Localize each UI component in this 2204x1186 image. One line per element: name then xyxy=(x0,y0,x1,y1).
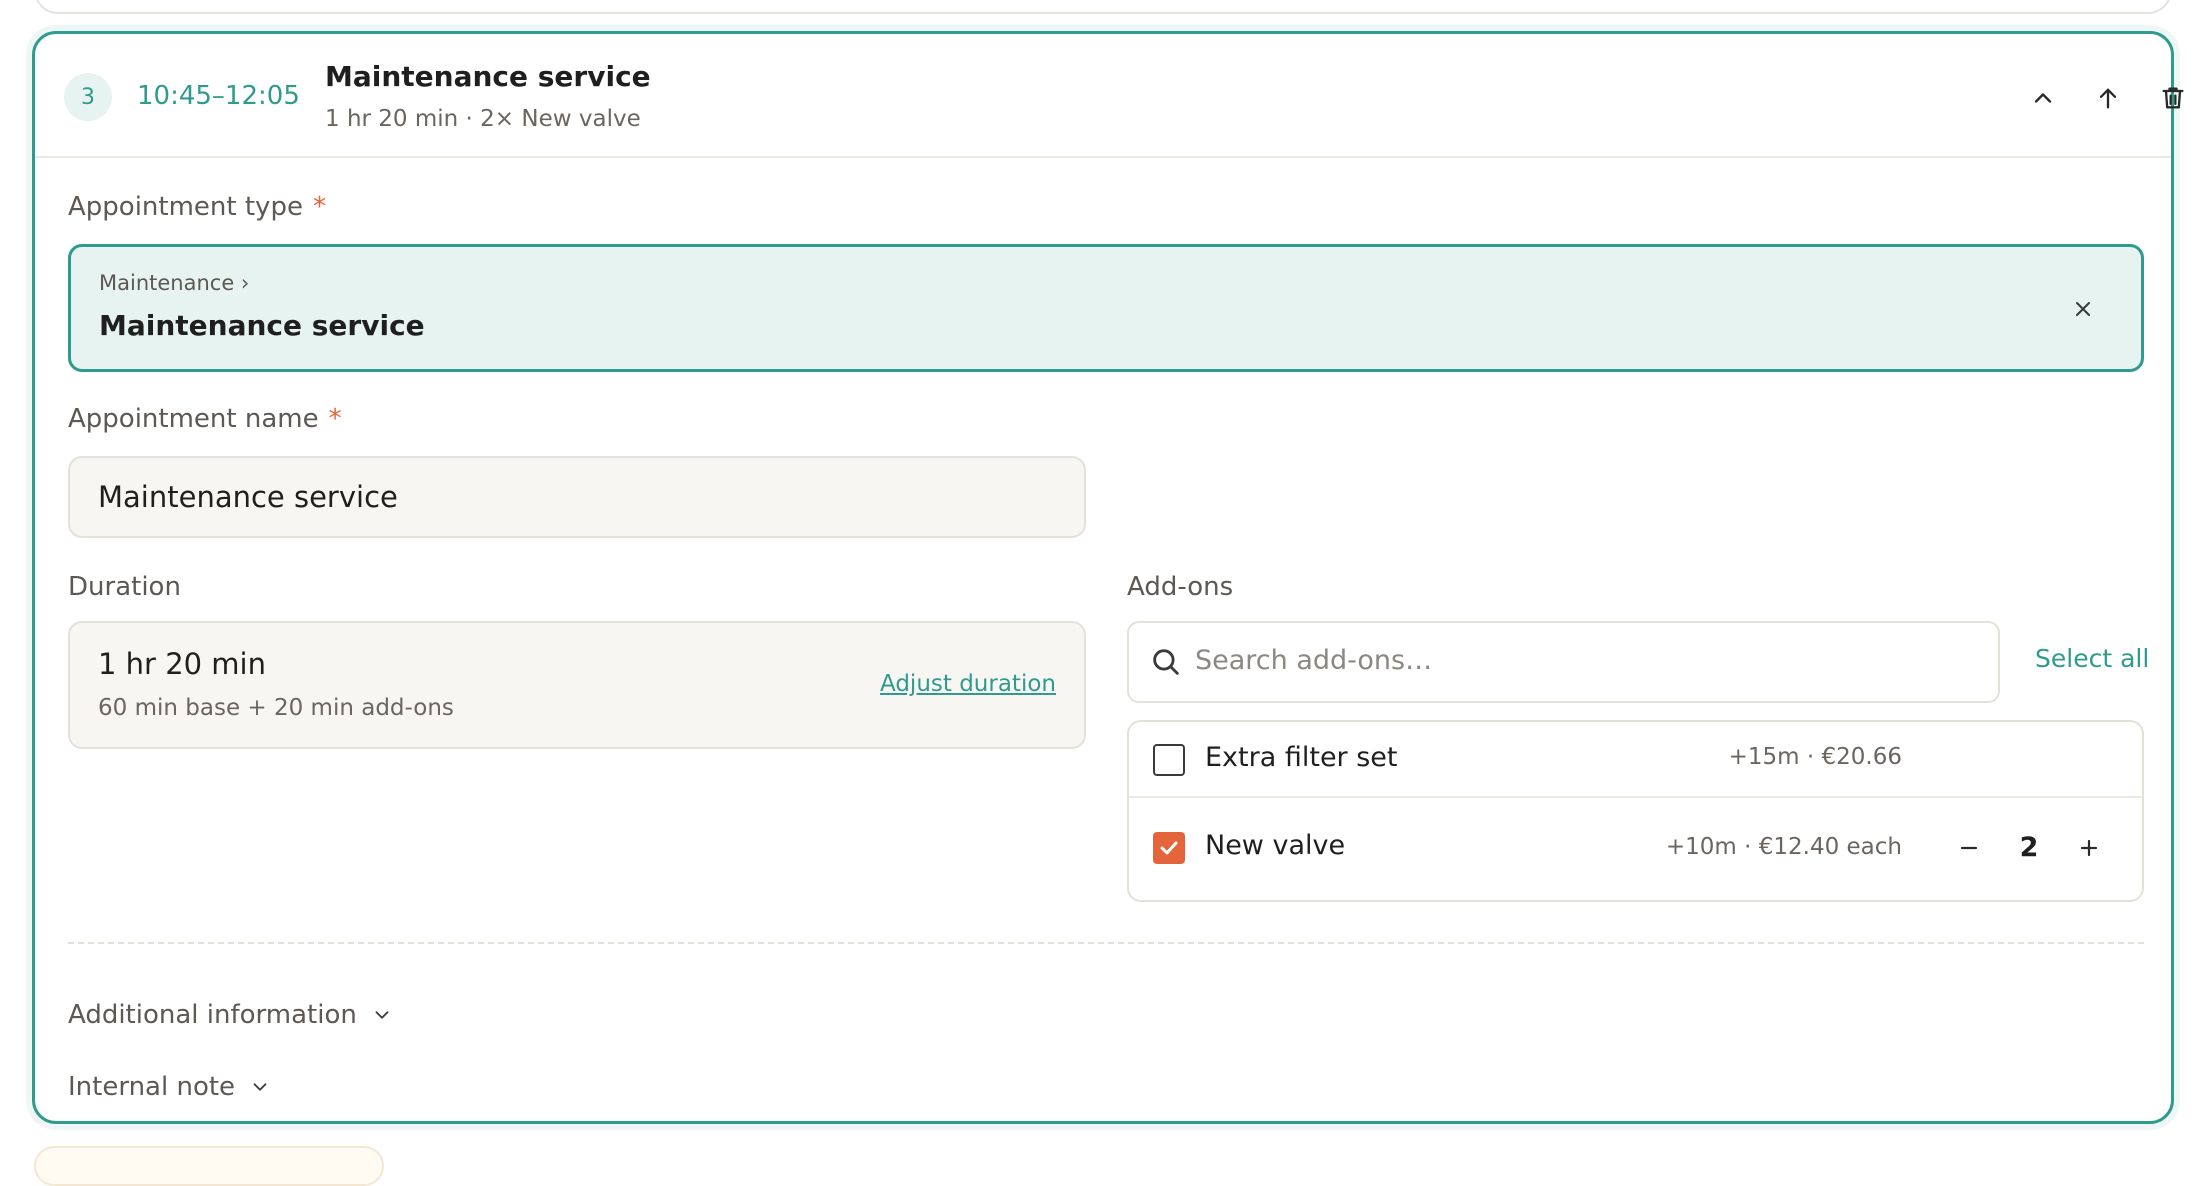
chevron-up-icon xyxy=(2034,93,2052,103)
additional-information-toggle[interactable]: Additional information xyxy=(68,1000,393,1030)
arrow-up-icon xyxy=(2099,88,2117,109)
move-up-button[interactable] xyxy=(2086,76,2130,120)
appointment-summary: 1 hr 20 min · 2× New valve xyxy=(325,106,641,132)
appointment-type-value: Maintenance service xyxy=(99,309,425,342)
chevron-down-icon xyxy=(375,1011,389,1019)
appointment-name-label-text: Appointment name xyxy=(68,404,319,434)
appointment-name-input[interactable]: Maintenance service xyxy=(68,456,1086,538)
required-marker: * xyxy=(328,404,342,434)
previous-appointment-card xyxy=(34,0,2172,14)
increment-quantity-button[interactable] xyxy=(2069,828,2109,868)
clear-type-button[interactable] xyxy=(2061,287,2105,331)
appointment-type-category: Maintenance › xyxy=(99,271,250,295)
appointment-card: 3 10:45–12:05 Maintenance service 1 hr 2… xyxy=(32,31,2184,1124)
duration-breakdown: 60 min base + 20 min add-ons xyxy=(98,695,454,721)
appointment-type-label: Appointment type * xyxy=(68,192,326,222)
additional-information-label: Additional information xyxy=(68,1000,357,1030)
addons-list: Extra filter set +15m · €20.66 New valve… xyxy=(1127,720,2144,902)
close-icon xyxy=(2076,302,2090,316)
checkmark-icon xyxy=(1160,841,1178,855)
addon-quantity: 2 xyxy=(2019,832,2039,863)
addon-name: Extra filter set xyxy=(1205,742,1398,773)
addon-row[interactable]: New valve +10m · €12.40 each 2 xyxy=(1129,798,2142,900)
plus-icon xyxy=(2080,839,2098,857)
appointment-type-select[interactable]: Maintenance › Maintenance service xyxy=(68,244,2144,372)
required-marker: * xyxy=(312,192,326,222)
appointment-type-label-text: Appointment type xyxy=(68,192,303,222)
minus-icon xyxy=(1960,846,1978,850)
duration-label: Duration xyxy=(68,572,181,602)
chevron-down-icon xyxy=(253,1083,267,1091)
trash-icon xyxy=(2162,87,2184,109)
appointment-card-header[interactable]: 3 10:45–12:05 Maintenance service 1 hr 2… xyxy=(35,34,2184,158)
appointment-title: Maintenance service xyxy=(325,60,651,93)
addon-price: +10m · €12.40 each xyxy=(1665,834,1902,860)
addon-checkbox[interactable] xyxy=(1153,744,1185,776)
appointment-name-label: Appointment name * xyxy=(68,404,342,434)
addon-row[interactable]: Extra filter set +15m · €20.66 xyxy=(1129,722,2142,798)
appointment-time-range: 10:45–12:05 xyxy=(137,81,300,111)
section-divider xyxy=(68,942,2144,944)
next-appointment-card xyxy=(34,1146,384,1186)
step-number-badge: 3 xyxy=(64,73,112,121)
delete-button[interactable] xyxy=(2151,76,2195,120)
addons-label: Add-ons xyxy=(1127,572,1234,602)
addon-price: +15m · €20.66 xyxy=(1728,744,1902,770)
addons-search-input[interactable]: Search add-ons… xyxy=(1127,621,2000,703)
decrement-quantity-button[interactable] xyxy=(1949,828,1989,868)
adjust-duration-link[interactable]: Adjust duration xyxy=(880,671,1056,697)
search-icon xyxy=(1153,649,1179,675)
duration-value: 1 hr 20 min xyxy=(98,647,266,681)
addon-name: New valve xyxy=(1205,830,1346,861)
duration-field: 1 hr 20 min 60 min base + 20 min add-ons… xyxy=(68,621,1086,749)
internal-note-toggle[interactable]: Internal note xyxy=(68,1072,271,1102)
select-all-button[interactable]: Select all xyxy=(2035,644,2149,673)
collapse-button[interactable] xyxy=(2021,76,2065,120)
addons-search-placeholder: Search add-ons… xyxy=(1195,645,1433,676)
addon-checkbox[interactable] xyxy=(1153,832,1185,864)
internal-note-label: Internal note xyxy=(68,1072,236,1102)
